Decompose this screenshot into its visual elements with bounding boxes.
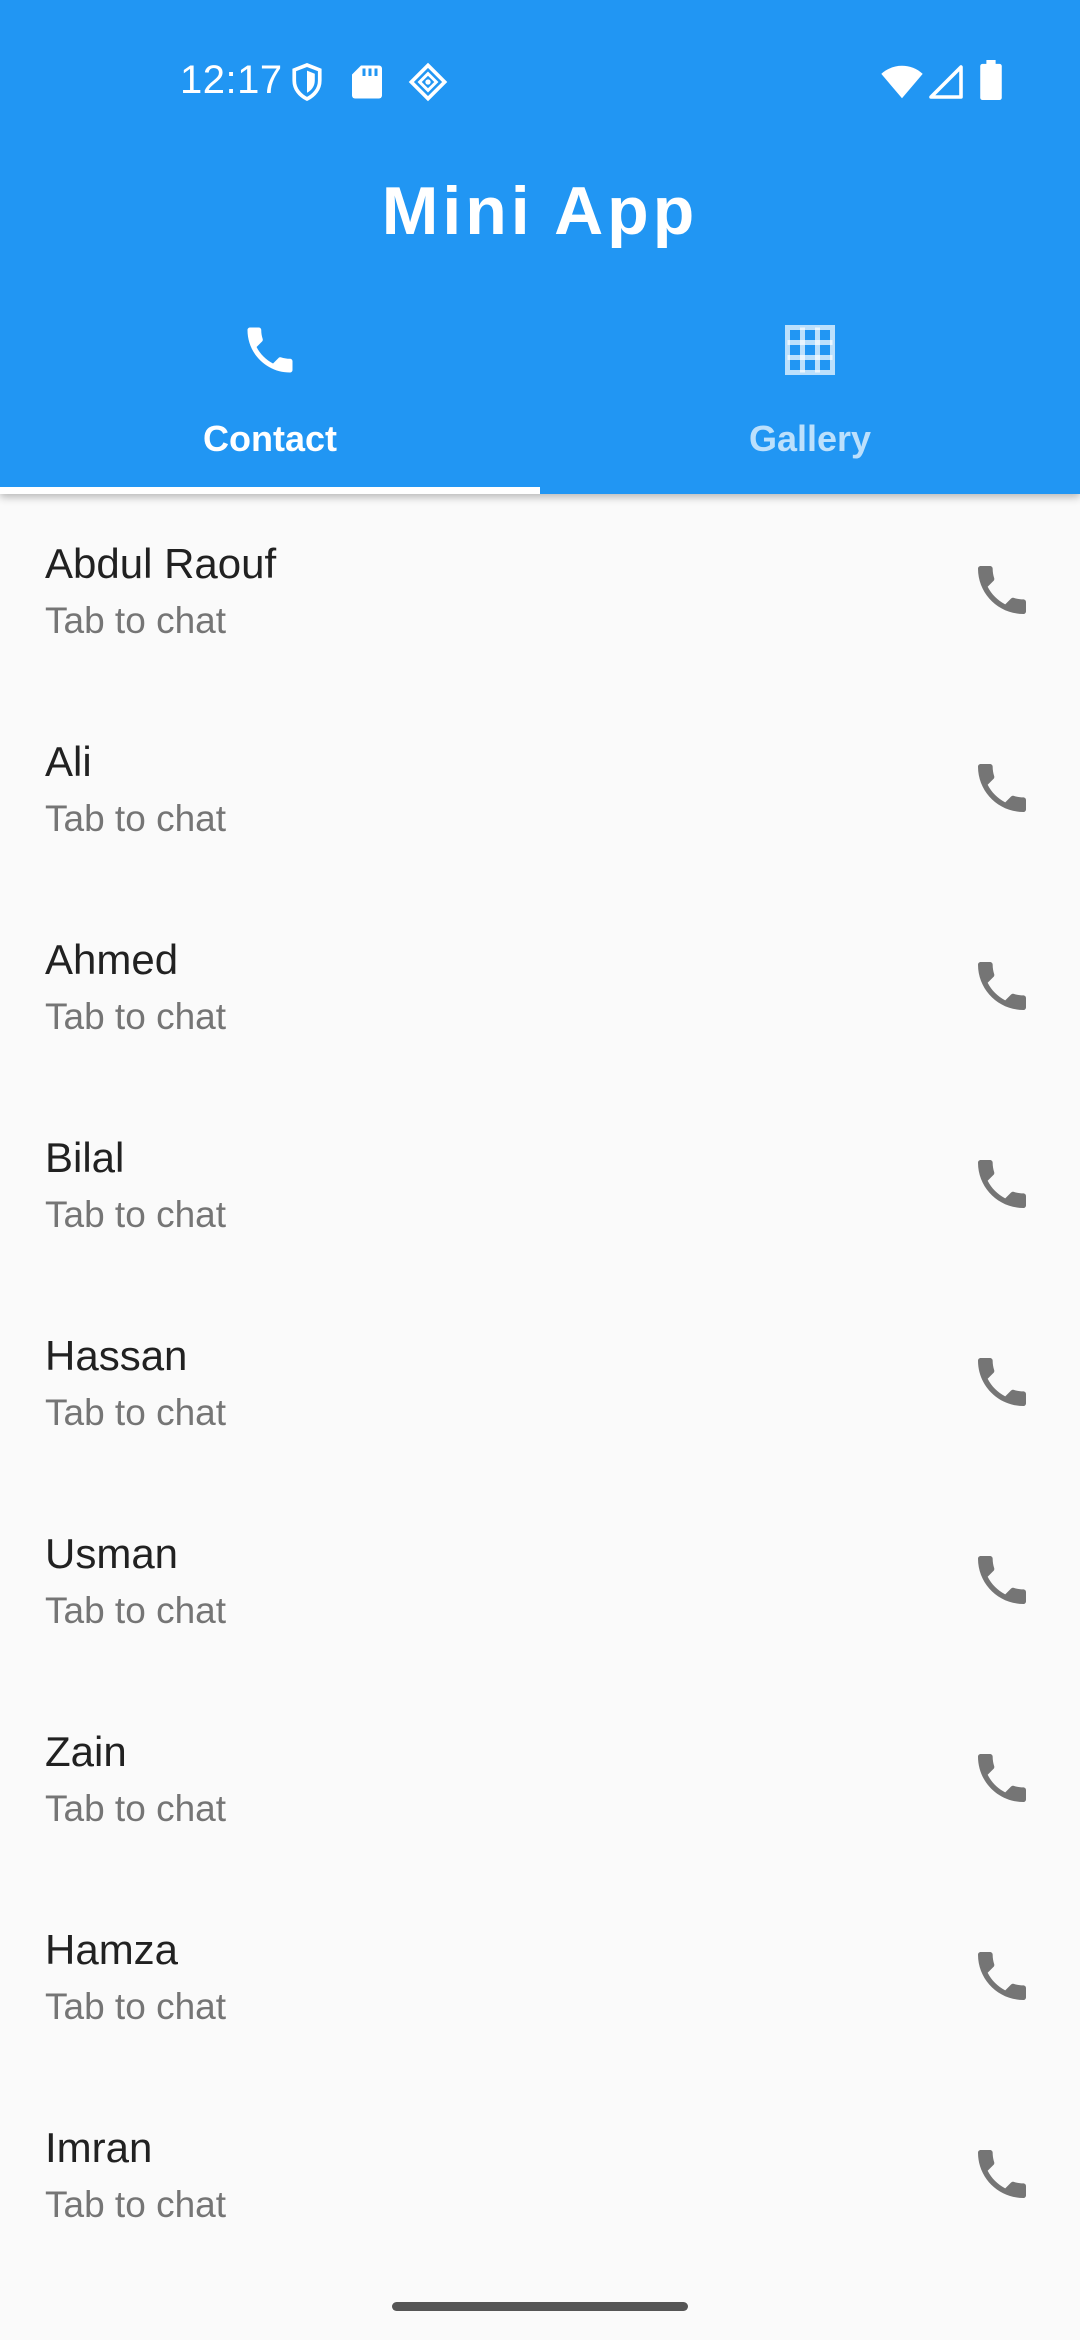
status-time: 12:17 [180, 58, 283, 102]
contact-name: Bilal [45, 1134, 125, 1181]
signal-icon [929, 65, 963, 99]
phone-icon[interactable] [970, 2142, 1034, 2206]
sd-card-icon [352, 65, 382, 99]
status-bar: 12:17 [0, 0, 1080, 165]
battery-icon [980, 60, 1002, 100]
contact-subtitle: Tab to chat [45, 798, 227, 839]
phone-icon[interactable] [970, 1746, 1034, 1810]
tab-gallery[interactable]: Gallery [540, 300, 1080, 494]
list-item[interactable]: Hamza Tab to chat [0, 1880, 1080, 2078]
app-title: Mini App [381, 173, 699, 249]
contact-subtitle: Tab to chat [45, 1194, 227, 1235]
list-item[interactable]: Bilal Tab to chat [0, 1088, 1080, 1286]
contact-name: Zain [45, 1728, 127, 1775]
shield-icon [292, 63, 322, 102]
contact-subtitle: Tab to chat [45, 2184, 227, 2225]
contact-subtitle: Tab to chat [45, 996, 227, 1037]
app-bar: 12:17 Mini App Contact Gallery [0, 0, 1080, 494]
phone-icon[interactable] [970, 756, 1034, 820]
tab-indicator [0, 487, 540, 494]
tab-label: Contact [203, 418, 337, 459]
contact-name: Imran [45, 2124, 153, 2171]
contact-name: Hassan [45, 1332, 188, 1379]
contact-name: Abdul Raouf [45, 540, 277, 587]
list-item[interactable]: Usman Tab to chat [0, 1484, 1080, 1682]
phone-icon[interactable] [970, 1944, 1034, 2008]
grid-icon [785, 325, 835, 375]
list-item[interactable]: Ahmed Tab to chat [0, 890, 1080, 1088]
contact-name: Ahmed [45, 936, 179, 983]
contact-subtitle: Tab to chat [45, 1788, 227, 1829]
tab-contact[interactable]: Contact [0, 300, 540, 494]
contact-subtitle: Tab to chat [45, 1986, 227, 2027]
contact-name: Ali [45, 738, 92, 785]
list-item[interactable]: Abdul Raouf Tab to chat [0, 494, 1080, 692]
phone-icon [247, 327, 293, 373]
list-item[interactable]: Ali Tab to chat [0, 692, 1080, 890]
phone-icon[interactable] [970, 1152, 1034, 1216]
list-item[interactable]: Zain Tab to chat [0, 1682, 1080, 1880]
home-indicator[interactable] [392, 2302, 688, 2311]
contact-name: Usman [45, 1530, 179, 1577]
list-item[interactable]: Imran Tab to chat [0, 2078, 1080, 2276]
wifi-icon [881, 65, 923, 99]
phone-icon[interactable] [970, 1350, 1034, 1414]
diamond-icon [408, 62, 448, 102]
phone-icon[interactable] [970, 558, 1034, 622]
list-item[interactable]: Hassan Tab to chat [0, 1286, 1080, 1484]
contact-subtitle: Tab to chat [45, 1590, 227, 1631]
phone-icon[interactable] [970, 1548, 1034, 1612]
contact-name: Hamza [45, 1926, 179, 1973]
tab-label: Gallery [748, 418, 872, 459]
contact-subtitle: Tab to chat [45, 600, 227, 641]
contact-subtitle: Tab to chat [45, 1392, 227, 1433]
phone-icon[interactable] [970, 954, 1034, 1018]
